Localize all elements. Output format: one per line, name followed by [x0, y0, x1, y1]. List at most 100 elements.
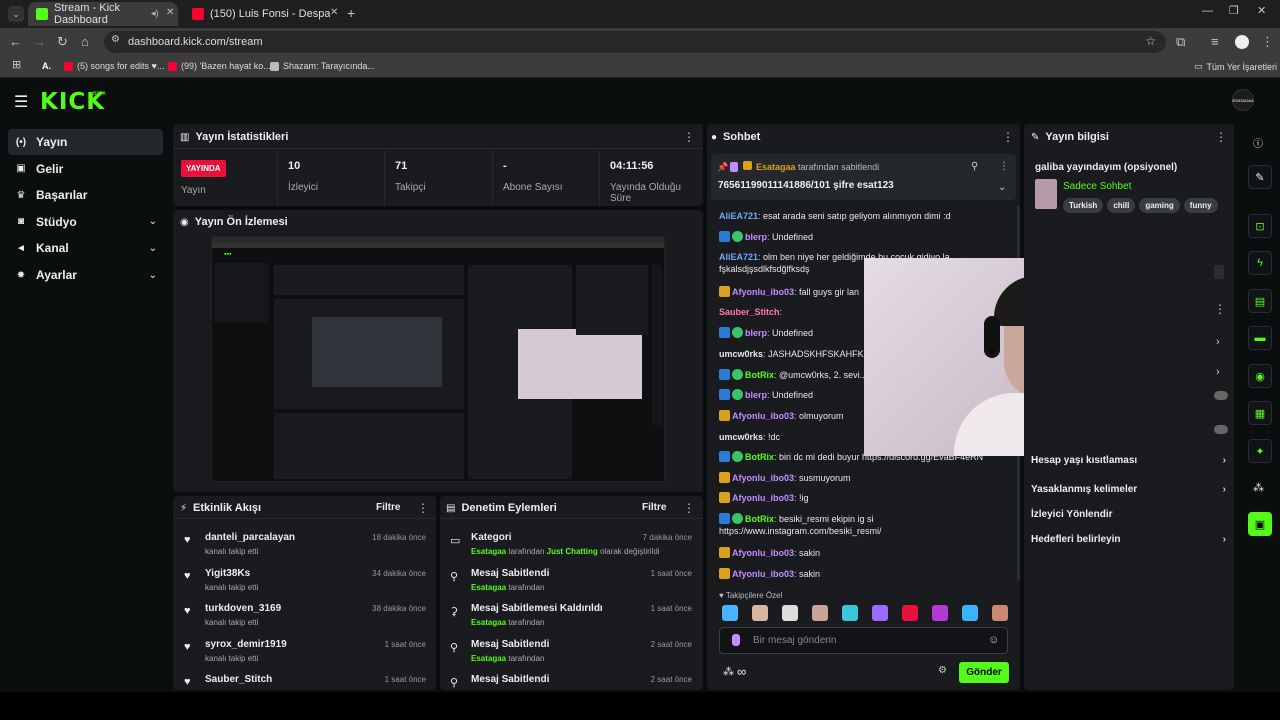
sidebar-item-ayarlar[interactable]: ✸ Ayarlar ⌄ [8, 262, 163, 288]
activity-item[interactable]: ♥ Yigit38Ks kanalı takip etti 34 dakika önc… [180, 567, 430, 599]
chat-message[interactable]: blerp: Undefined [719, 231, 1009, 243]
info-icon[interactable]: ⓘ [1253, 135, 1263, 150]
sidebar-item-gelir[interactable]: ▣ Gelir [8, 156, 163, 182]
chat-username[interactable]: Afyonlu_ibo03 [732, 411, 794, 421]
tag-chill[interactable]: chill [1107, 198, 1136, 213]
back-icon[interactable]: ← [9, 35, 22, 48]
tag-turkish[interactable]: Turkish [1063, 198, 1104, 213]
chat-username[interactable]: Afyonlu_ibo03 [732, 569, 794, 579]
sidebar-item-başarılar[interactable]: ♛ Başarılar [8, 182, 163, 208]
activity-item[interactable]: ♥ danteli_parcalayan kanalı takip etti 18 d… [180, 531, 430, 563]
moderation-menu-icon[interactable]: ⋮ [683, 501, 695, 515]
bookmark-item[interactable]: Shazam: Tarayıcında... [270, 61, 375, 71]
emote-icon[interactable] [992, 605, 1008, 621]
document-icon[interactable]: ▤ [1248, 289, 1272, 313]
stream-setting-row[interactable]: Hesap yaşı kısıtlaması › [1031, 455, 1226, 466]
chat-username[interactable]: blerp [745, 232, 767, 242]
unpin-icon[interactable]: ⚲ [971, 161, 978, 172]
window-close-icon[interactable]: ✕ [1257, 6, 1266, 17]
tag-gaming[interactable]: gaming [1139, 198, 1180, 213]
activity-filter-button[interactable]: Filtre [376, 502, 400, 513]
hamburger-menu-icon[interactable]: ☰ [14, 92, 28, 112]
all-bookmarks[interactable]: ▭ Tüm Yer İşaretleri [1194, 61, 1277, 72]
stream-preview-video[interactable]: ▪▪▪ [211, 236, 665, 482]
emote-icon[interactable] [902, 605, 918, 621]
target-icon[interactable]: ⊡ [1248, 214, 1272, 238]
sidebar-item-yayın[interactable]: (•) Yayın [8, 129, 163, 155]
stream-setting-row[interactable]: Yasaklanmış kelimeler › [1031, 484, 1226, 495]
edit-icon[interactable]: ✎ [1248, 165, 1272, 189]
emote-icon[interactable] [872, 605, 888, 621]
emote-icon[interactable] [782, 605, 798, 621]
lightning-icon[interactable]: ϟ [1248, 251, 1272, 275]
bookmark-star-icon[interactable]: ☆ [1145, 35, 1156, 47]
emote-icon[interactable] [812, 605, 828, 621]
chat-message[interactable]: Afyonlu_ibo03: susmuyorum [719, 472, 1009, 484]
media-controls-icon[interactable]: ≡ [1211, 35, 1219, 48]
moderation-filter-button[interactable]: Filtre [642, 502, 666, 513]
home-icon[interactable]: ⌂ [81, 35, 89, 48]
section-menu-icon[interactable]: ⋮ [1214, 302, 1226, 316]
wrench-icon[interactable]: ✦ [1248, 439, 1272, 463]
emote-icon[interactable] [842, 605, 858, 621]
moderation-item[interactable]: ⚲ Mesaj Sabitlendi Esatagaa tarafından 2 s… [446, 638, 696, 670]
chat-message[interactable]: Afyonlu_ibo03: !ig [719, 492, 1009, 504]
activity-item[interactable]: ♥ turkdoven_3169 kanalı takip etti 38 dakik… [180, 602, 430, 634]
moderation-item[interactable]: ⚲ Mesaj Sabitlendi Esatagaa tarafından 1 s… [446, 567, 696, 599]
chat-username[interactable]: Afyonlu_ibo03 [732, 473, 794, 483]
chevron-down-icon[interactable]: ⌄ [998, 182, 1006, 193]
restore-icon[interactable]: ❐ [1229, 6, 1239, 17]
chat-message[interactable]: Afyonlu_ibo03: sakin [719, 568, 1009, 580]
clapper-icon[interactable]: ▣ [1248, 512, 1272, 536]
bookmark-item[interactable]: (99) 'Bazen hayat ko... [168, 61, 271, 71]
toggle-switch[interactable] [1214, 425, 1228, 434]
chat-username[interactable]: Sauber_Stitch [719, 307, 780, 317]
chat-username[interactable]: Afyonlu_ibo03 [732, 287, 794, 297]
emote-icon[interactable] [962, 605, 978, 621]
tag-funny[interactable]: funny [1183, 198, 1218, 213]
minimize-icon[interactable]: — [1202, 6, 1213, 17]
bookmark-a[interactable]: A. [42, 61, 51, 71]
sidebar-item-stüdyo[interactable]: ◙ Stüdyo ⌄ [8, 209, 163, 235]
tab-audio-icon[interactable]: ◂) [151, 8, 159, 19]
chat-message[interactable]: AliEA721: esat arada seni satıp geliyom … [719, 210, 1009, 222]
emote-icon[interactable] [752, 605, 768, 621]
pinned-menu-icon[interactable]: ⋮ [999, 161, 1009, 172]
tab-close-icon[interactable]: ✕ [330, 7, 338, 18]
stats-menu-icon[interactable]: ⋮ [683, 130, 695, 144]
emote-icon[interactable] [722, 605, 738, 621]
activity-item[interactable]: ♥ syrox_demir1919 kanalı takip etti 1 saat … [180, 638, 430, 670]
user-avatar[interactable]: ESATAGAA [1232, 89, 1254, 111]
chat-username[interactable]: Afyonlu_ibo03 [732, 548, 794, 558]
stream-setting-row[interactable]: İzleyici Yönlendir [1031, 509, 1226, 520]
chat-username[interactable]: AliEA721 [719, 211, 758, 221]
chat-message[interactable]: BotRix: besiki_resmi ekipin ig si https:… [719, 513, 1009, 537]
chat-username[interactable]: blerp [745, 328, 767, 338]
send-button[interactable]: Gönder [959, 662, 1009, 683]
points-icon[interactable]: ⁂ [1253, 481, 1264, 494]
sidebar-item-kanal[interactable]: ◄ Kanal ⌄ [8, 235, 163, 261]
address-bar[interactable]: ⚙ dashboard.kick.com/stream ☆ [104, 31, 1166, 53]
forward-icon[interactable]: → [33, 35, 46, 48]
chat-menu-icon[interactable]: ⋮ [1002, 130, 1014, 144]
chat-icon[interactable]: ▬ [1248, 326, 1272, 350]
reload-icon[interactable]: ↻ [57, 35, 68, 48]
site-info-icon[interactable]: ⚙ [111, 35, 120, 45]
chat-username[interactable]: BotRix [745, 514, 774, 524]
stream-setting-row[interactable]: Hedefleri belirleyin › [1031, 534, 1226, 545]
profile-avatar[interactable] [1235, 35, 1249, 49]
stream-info-menu-icon[interactable]: ⋮ [1215, 130, 1227, 144]
emoji-icon[interactable]: ☺ [988, 634, 999, 646]
chat-username[interactable]: BotRix [745, 452, 774, 462]
chat-username[interactable]: umcw0rks [719, 349, 763, 359]
bookmark-item[interactable]: (5) songs for edits ♥... [64, 61, 164, 71]
layout-icon[interactable]: ▦ [1248, 401, 1272, 425]
emote-icon[interactable] [932, 605, 948, 621]
points-icon[interactable]: ⁂ [723, 665, 734, 678]
infinity-icon[interactable]: ∞ [737, 664, 746, 679]
new-tab-icon[interactable]: + [347, 6, 355, 20]
browser-menu-icon[interactable]: ⋮ [1261, 35, 1274, 48]
tab-youtube[interactable]: (150) Luis Fonsi - Despacito ft. ✕ [184, 2, 344, 26]
chat-settings-gear-icon[interactable]: ⚙ [938, 665, 947, 676]
chat-username[interactable]: AliEA721 [719, 252, 758, 262]
